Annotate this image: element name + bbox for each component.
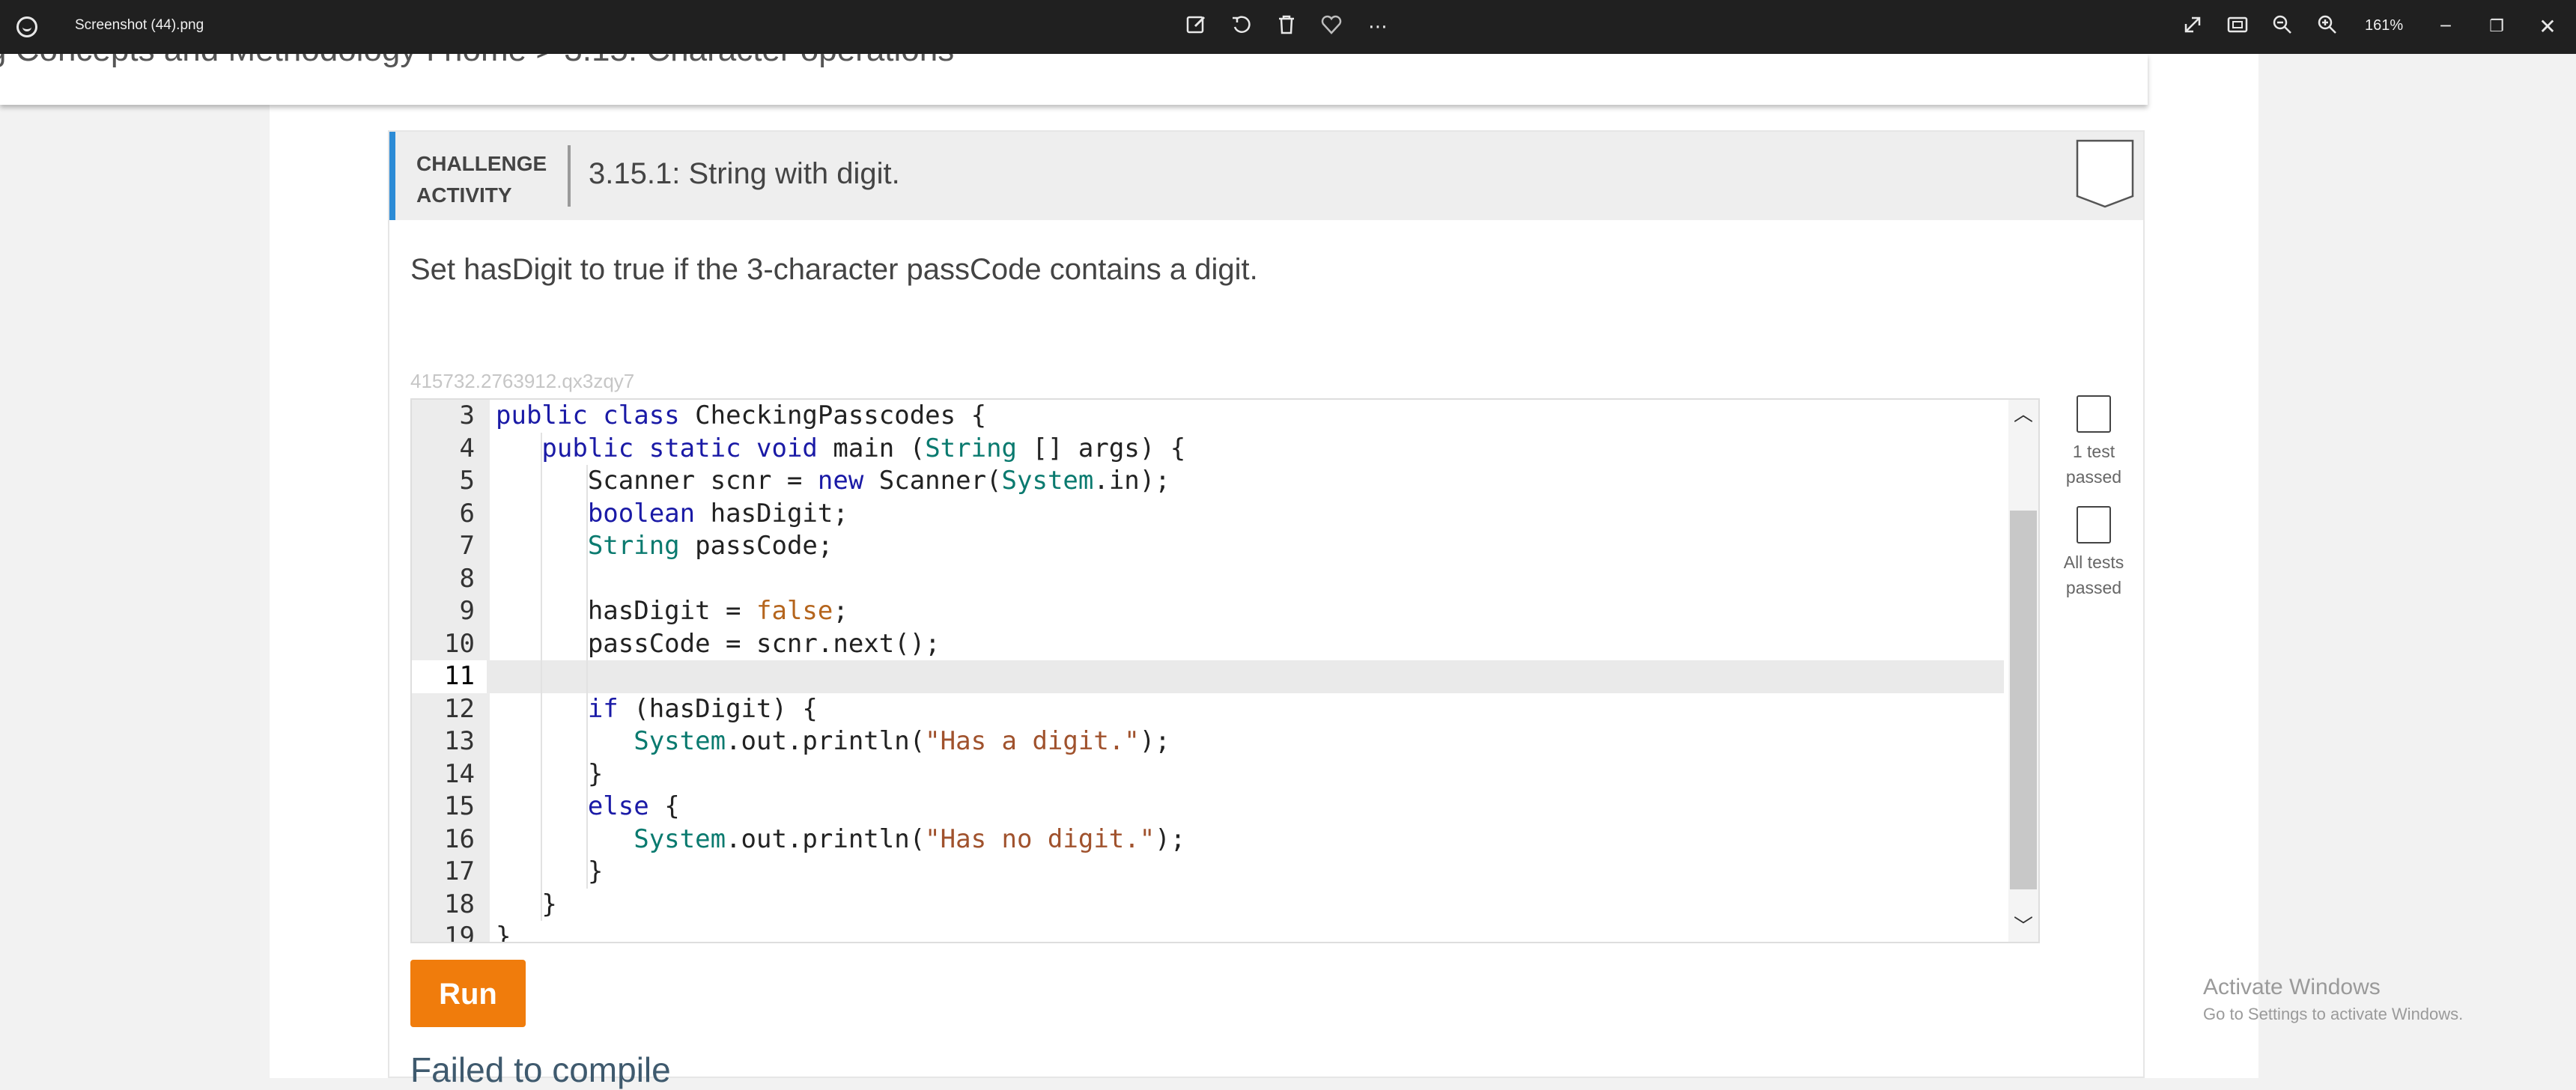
- favorite-icon[interactable]: [1318, 13, 1345, 40]
- code-line[interactable]: 4 public static void main (String [] arg…: [412, 433, 2004, 466]
- line-number: 18: [444, 889, 475, 919]
- all-tests-label: All tests: [2063, 552, 2124, 572]
- fit-to-window-icon[interactable]: [2224, 13, 2251, 40]
- code-line[interactable]: 14 }: [412, 758, 2004, 791]
- compile-status: Failed to compile: [410, 1050, 671, 1089]
- code-line[interactable]: 6 boolean hasDigit;: [412, 498, 2004, 531]
- instructions: Set hasDigit to true if the 3-character …: [410, 253, 1258, 286]
- zoom-level[interactable]: 161%: [2365, 17, 2403, 34]
- code-text[interactable]: System.out.println("Has a digit.");: [496, 725, 1170, 758]
- code-text[interactable]: Scanner scnr = new Scanner(System.in);: [496, 465, 1170, 498]
- activity-id: 415732.2763912.qx3zqy7: [410, 370, 635, 392]
- code-text[interactable]: if (hasDigit) {: [496, 693, 818, 726]
- activity-kind-line1: CHALLENGE: [416, 152, 547, 175]
- one-test-passed-label: passed: [2065, 467, 2122, 487]
- code-text[interactable]: }: [496, 889, 556, 922]
- line-number: 10: [444, 628, 475, 659]
- all-tests-status: All tests passed: [2056, 506, 2131, 600]
- code-line[interactable]: 7 String passCode;: [412, 530, 2004, 563]
- minimize-icon[interactable]: ─: [2432, 13, 2459, 40]
- bookmark-icon[interactable]: [2076, 139, 2134, 208]
- one-test-checkbox-icon: [2077, 395, 2111, 433]
- code-text[interactable]: }: [496, 921, 511, 942]
- delete-icon[interactable]: [1273, 13, 1300, 40]
- code-line[interactable]: 9 hasDigit = false;: [412, 595, 2004, 628]
- code-line[interactable]: 8: [412, 563, 2004, 596]
- one-test-label: 1 test: [2072, 442, 2115, 461]
- one-test-status: 1 test passed: [2056, 395, 2131, 490]
- close-icon[interactable]: ✕: [2534, 13, 2561, 40]
- rotate-icon[interactable]: [1228, 13, 1255, 40]
- challenge-activity: CHALLENGE ACTIVITY 3.15.1: String with d…: [388, 130, 2145, 1089]
- activity-kind-line2: ACTIVITY: [416, 183, 512, 207]
- photos-app-icon: [16, 16, 37, 37]
- breadcrumb[interactable]: g Concepts and Methodology I home > 3.15…: [0, 54, 954, 69]
- line-number: 5: [459, 466, 475, 496]
- line-number: 15: [444, 791, 475, 821]
- code-line[interactable]: 19}: [412, 921, 2004, 943]
- scroll-thumb[interactable]: [2010, 511, 2037, 889]
- restore-icon[interactable]: ❐: [2483, 13, 2510, 40]
- editor-scrollbar[interactable]: ︿ ﹀: [2008, 400, 2038, 942]
- line-number: 8: [459, 563, 475, 594]
- code-line[interactable]: 11: [412, 660, 2004, 693]
- code-editor[interactable]: 3 public class CheckingPasscodes {4 publi…: [410, 398, 2040, 943]
- header-divider: [568, 145, 571, 207]
- breadcrumb-bar: g Concepts and Methodology I home > 3.15…: [0, 54, 2148, 105]
- zoom-out-icon[interactable]: [2269, 13, 2296, 40]
- activity-header: CHALLENGE ACTIVITY 3.15.1: String with d…: [389, 132, 2143, 220]
- code-line[interactable]: 17 }: [412, 856, 2004, 889]
- watermark-title: Activate Windows: [2203, 975, 2381, 999]
- code-text[interactable]: String passCode;: [496, 530, 833, 563]
- code-text[interactable]: public class CheckingPasscodes {: [496, 400, 986, 433]
- activity-title: 3.15.1: String with digit.: [589, 157, 900, 190]
- code-line[interactable]: 15 else {: [412, 791, 2004, 823]
- line-number: 4: [459, 433, 475, 463]
- code-text[interactable]: hasDigit = false;: [496, 595, 848, 628]
- line-number: 11: [412, 660, 487, 693]
- code-line[interactable]: 3 public class CheckingPasscodes {: [412, 400, 2004, 433]
- edit-image-icon[interactable]: [1183, 13, 1210, 40]
- windows-activation-watermark: Activate Windows Go to Settings to activ…: [2203, 975, 2463, 1024]
- code-text[interactable]: boolean hasDigit;: [496, 498, 848, 531]
- line-number: 13: [444, 726, 475, 756]
- zoom-in-icon[interactable]: [2314, 13, 2341, 40]
- line-number: 19: [444, 922, 475, 943]
- indent-guide: [540, 432, 542, 921]
- scroll-up-icon[interactable]: ︿: [2008, 400, 2038, 430]
- activity-kind: CHALLENGE ACTIVITY: [416, 148, 547, 211]
- line-number: 14: [444, 758, 475, 789]
- code-text[interactable]: passCode = scnr.next();: [496, 628, 941, 661]
- code-line[interactable]: 5 Scanner scnr = new Scanner(System.in);: [412, 465, 2004, 498]
- run-button[interactable]: Run: [410, 960, 526, 1027]
- more-icon[interactable]: ⋯: [1364, 13, 1391, 40]
- code-line[interactable]: 16 System.out.println("Has no digit.");: [412, 823, 2004, 856]
- line-number: 3: [459, 401, 475, 430]
- all-tests-passed-label: passed: [2065, 578, 2122, 597]
- line-number: 9: [459, 596, 475, 626]
- code-line[interactable]: 13 System.out.println("Has a digit.");: [412, 725, 2004, 758]
- viewer-title-bar: Screenshot (44).png ⋯ 161% ─ ❐ ✕: [0, 0, 2576, 54]
- line-number: 12: [444, 693, 475, 724]
- code-line[interactable]: 12 if (hasDigit) {: [412, 693, 2004, 726]
- scroll-down-icon[interactable]: ﹀: [2008, 912, 2038, 942]
- code-text[interactable]: public static void main (String [] args)…: [496, 433, 1185, 466]
- code-line[interactable]: 18 }: [412, 889, 2004, 922]
- watermark-subtitle: Go to Settings to activate Windows.: [2203, 1005, 2464, 1023]
- line-number: 16: [444, 823, 475, 854]
- code-line[interactable]: 10 passCode = scnr.next();: [412, 628, 2004, 661]
- line-number: 7: [459, 531, 475, 561]
- indent-guide: [586, 465, 588, 889]
- code-text[interactable]: System.out.println("Has no digit.");: [496, 823, 1185, 856]
- line-number: 6: [459, 498, 475, 529]
- file-name: Screenshot (44).png: [75, 17, 204, 33]
- all-tests-checkbox-icon: [2077, 506, 2111, 544]
- fullscreen-icon[interactable]: [2179, 13, 2206, 40]
- line-number: 17: [444, 856, 475, 886]
